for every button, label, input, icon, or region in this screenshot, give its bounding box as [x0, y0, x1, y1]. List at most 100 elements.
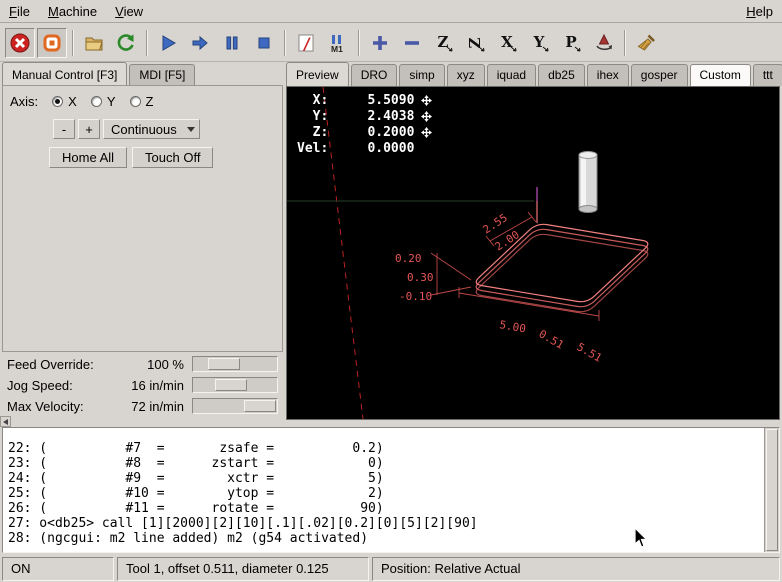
axis-x-radio[interactable]: X — [52, 94, 77, 109]
axis-label: Axis: — [10, 94, 38, 109]
dim-y-length: 2.55 — [481, 211, 510, 236]
run-icon — [157, 32, 179, 54]
gcode-line: 24: ( #9 = xctr = 5) — [8, 471, 761, 486]
feed-override-value: 100 % — [92, 357, 184, 372]
jog-speed-row: Jog Speed: 16 in/min — [2, 375, 283, 396]
touch-off-button[interactable]: Touch Off — [132, 147, 213, 168]
open-file-button[interactable] — [79, 28, 109, 58]
feed-override-slider[interactable] — [192, 356, 278, 372]
toolbar-separator — [72, 30, 74, 56]
estop-button[interactable] — [5, 28, 35, 58]
svg-text:X: X — [501, 33, 513, 51]
left-tab-bar: Manual Control [F3] MDI [F5] — [2, 63, 197, 86]
menu-file[interactable]: File — [0, 1, 39, 22]
rotate-view-button[interactable] — [589, 28, 619, 58]
dro-readout: X: 5.5090 Y: 2.4038 Z: 0.2000 Vel: 0.000… — [297, 92, 432, 156]
view-z-button[interactable]: Z — [429, 28, 459, 58]
jog-plus-button[interactable]: + — [78, 119, 100, 139]
tab-simp[interactable]: simp — [399, 64, 444, 86]
zoom-in-button[interactable] — [365, 28, 395, 58]
dim-x-length: 5.00 — [498, 318, 526, 335]
stop-button[interactable] — [249, 28, 279, 58]
status-bar: ON Tool 1, offset 0.511, diameter 0.125 … — [0, 556, 782, 582]
feed-override-row: Feed Override: 100 % — [2, 354, 283, 375]
tab-preview[interactable]: Preview — [286, 62, 349, 86]
reload-icon — [115, 32, 137, 54]
jog-minus-button[interactable]: - — [53, 119, 75, 139]
pause-icon — [221, 32, 243, 54]
dro-vel-row: Vel: 0.0000 — [297, 140, 432, 156]
tab-gosper[interactable]: gosper — [631, 64, 688, 86]
jog-mode-select[interactable]: Continuous — [103, 119, 200, 139]
tool-cylinder — [579, 152, 597, 213]
zoom-in-icon — [369, 32, 391, 54]
estop-icon — [9, 32, 31, 54]
svg-text:M1: M1 — [331, 44, 343, 54]
optional-pause-m1-icon: M1 — [327, 32, 349, 54]
view-x-button[interactable]: X — [493, 28, 523, 58]
axis-z-label: Z — [146, 94, 154, 109]
jog-mode-value: Continuous — [111, 122, 177, 137]
menu-help[interactable]: Help — [737, 1, 782, 22]
gcode-line: 23: ( #8 = zstart = 0) — [8, 456, 761, 471]
zoom-out-button[interactable] — [397, 28, 427, 58]
zoom-out-icon — [401, 32, 423, 54]
step-button[interactable] — [185, 28, 215, 58]
max-velocity-label: Max Velocity: — [7, 399, 84, 414]
view-perspective-button[interactable]: P — [557, 28, 587, 58]
tab-db25[interactable]: db25 — [538, 64, 585, 86]
slider-handle[interactable] — [208, 358, 240, 370]
toolbar-separator — [624, 30, 626, 56]
skip-lines-slash-icon: / — [295, 32, 317, 54]
scrollbar-thumb[interactable] — [766, 429, 778, 551]
axis-y-radio[interactable]: Y — [91, 94, 116, 109]
pause-button[interactable] — [217, 28, 247, 58]
axis-selector: Axis: X Y Z — [10, 94, 153, 109]
toolbar-separator — [358, 30, 360, 56]
tab-mdi[interactable]: MDI [F5] — [129, 64, 195, 86]
tab-ihex[interactable]: ihex — [587, 64, 629, 86]
view-y-button[interactable]: Y — [525, 28, 555, 58]
dro-x-row: X: 5.5090 — [297, 92, 432, 108]
dro-y-row: Y: 2.4038 — [297, 108, 432, 124]
dim-x-max: 5.51 — [575, 340, 604, 365]
clear-plot-broom-icon — [635, 32, 657, 54]
axis-y-label: Y — [107, 94, 116, 109]
clear-plot-button[interactable] — [631, 28, 661, 58]
skip-lines-button[interactable]: / — [291, 28, 321, 58]
view-z-rotated-button[interactable]: Z — [461, 28, 491, 58]
vertical-scrollbar[interactable] — [764, 428, 779, 552]
optional-pause-button[interactable]: M1 — [323, 28, 353, 58]
max-velocity-slider[interactable] — [192, 398, 278, 414]
axis-x-label: X — [68, 94, 77, 109]
tab-dro[interactable]: DRO — [351, 64, 398, 86]
preview-canvas[interactable]: 2.55 2.00 0.20 0.30 -0.10 5.00 0.51 5.51… — [286, 86, 780, 420]
tab-xyz[interactable]: xyz — [447, 64, 485, 86]
rotate-view-icon — [593, 32, 615, 54]
tab-manual-control[interactable]: Manual Control [F3] — [2, 62, 127, 86]
machine-power-button[interactable] — [37, 28, 67, 58]
dimension-lines — [431, 212, 599, 321]
tab-custom[interactable]: Custom — [690, 64, 751, 86]
max-velocity-row: Max Velocity: 72 in/min — [2, 396, 283, 417]
axis-z-radio[interactable]: Z — [130, 94, 154, 109]
radio-circle-icon — [52, 96, 63, 107]
slider-handle[interactable] — [244, 400, 276, 412]
jog-speed-slider[interactable] — [192, 377, 278, 393]
dim-z-max: 0.20 — [395, 252, 422, 265]
menu-bar: File Machine View Help — [0, 0, 782, 23]
dim-y-end: 2.00 — [493, 228, 522, 253]
scroll-left-button[interactable] — [0, 416, 11, 427]
gcode-listing[interactable]: 22: ( #7 = zsafe = 0.2) 23: ( #8 = zstar… — [2, 427, 780, 553]
power-icon — [41, 32, 63, 54]
tab-iquad[interactable]: iquad — [487, 64, 536, 86]
slider-handle[interactable] — [215, 379, 247, 391]
menu-view[interactable]: View — [106, 1, 152, 22]
run-button[interactable] — [153, 28, 183, 58]
home-all-button[interactable]: Home All — [49, 147, 127, 168]
dro-y-value: Y: 2.4038 — [297, 109, 414, 124]
tab-ttt[interactable]: ttt — [753, 64, 782, 86]
reload-button[interactable] — [111, 28, 141, 58]
mouse-cursor — [634, 527, 649, 549]
menu-machine[interactable]: Machine — [39, 1, 106, 22]
